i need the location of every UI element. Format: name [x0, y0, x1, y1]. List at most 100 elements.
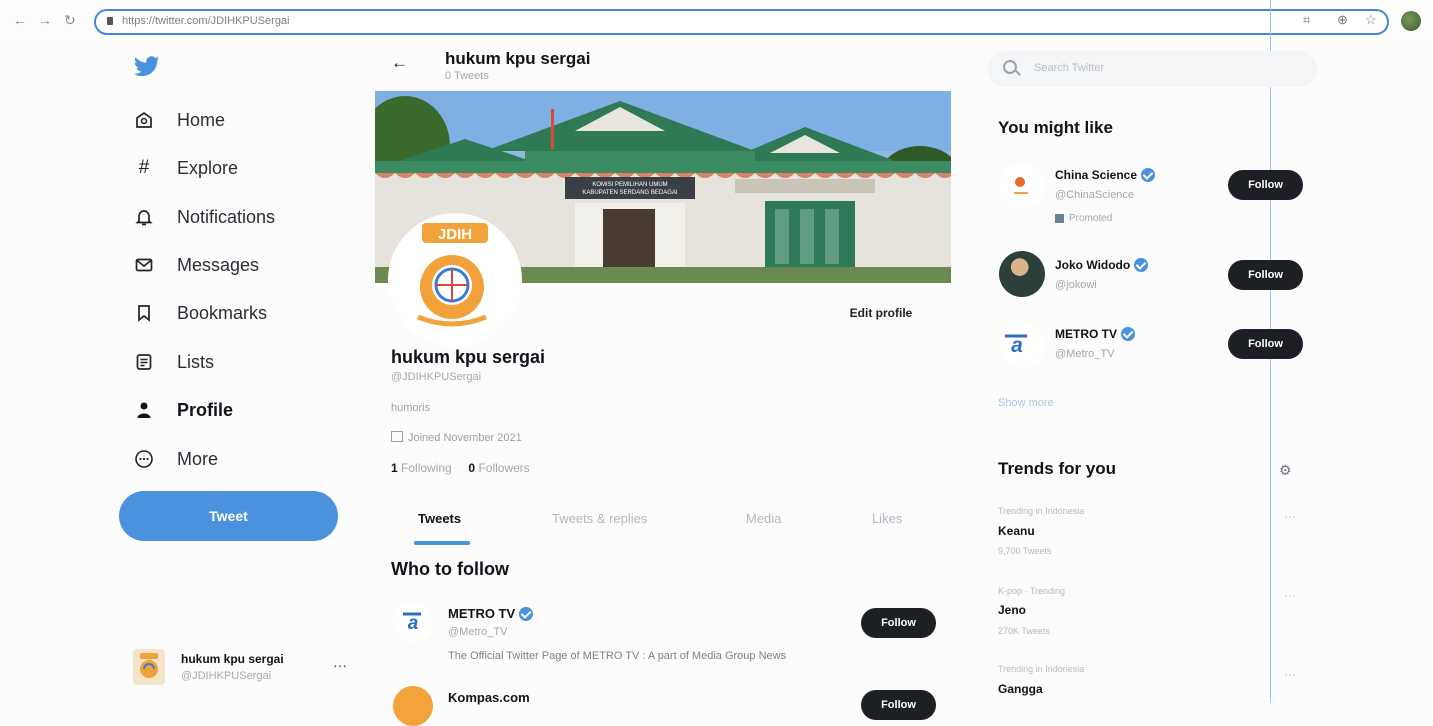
follow-china-science-button[interactable]: Follow — [1228, 170, 1303, 200]
who-to-follow-title: Who to follow — [391, 559, 509, 579]
wtf-metro-tv-description: The Official Twitter Page of METRO TV : … — [448, 650, 787, 662]
follow-joko-widodo-button[interactable]: Follow — [1228, 260, 1303, 290]
search-input[interactable]: Search Twitter — [1034, 62, 1104, 74]
nav-more-label: More — [177, 448, 219, 469]
profile-stats: 1 Following 0 Followers — [391, 461, 530, 475]
avatar-label: JDIH — [438, 226, 472, 243]
metro-tv-suggestion-name[interactable]: METRO TV — [1055, 327, 1135, 341]
tab-tweets[interactable]: Tweets — [418, 511, 461, 526]
nav-profile-label: Profile — [177, 399, 234, 420]
extension-icon[interactable]: ⊕ — [1337, 12, 1348, 28]
china-science-avatar[interactable] — [999, 163, 1045, 209]
promoted-text: Promoted — [1069, 213, 1113, 224]
metro-tv-avatar[interactable]: a — [393, 602, 433, 642]
back-nav-icon[interactable]: ← — [13, 12, 27, 28]
header-tweet-count: 0 Tweets — [445, 70, 489, 82]
banner-sign-line1: KOMISI PEMILIHAN UMUM — [592, 182, 667, 188]
metro-tv-suggestion-handle: @Metro_TV — [1055, 348, 1115, 360]
joined-text: Joined November 2021 — [408, 432, 522, 444]
trend-1-meta: Trending in Indonesia — [998, 506, 1085, 516]
nav-notifications[interactable]: Notifications — [132, 200, 275, 234]
trend-3-meta: Trending in Indonesia — [998, 664, 1085, 674]
bookmark-star-icon[interactable]: ☆ — [1365, 12, 1377, 28]
followers-link[interactable]: 0 Followers — [468, 461, 529, 475]
trend-3-name[interactable]: Gangga — [998, 682, 1043, 696]
following-label: Following — [401, 461, 452, 475]
nav-profile[interactable]: Profile — [132, 393, 233, 427]
tab-tweets-replies[interactable]: Tweets & replies — [552, 511, 647, 526]
nav-explore[interactable]: # Explore — [132, 151, 238, 185]
home-icon — [132, 108, 156, 132]
follow-metro-tv-button[interactable]: Follow — [861, 608, 936, 638]
nav-lists[interactable]: Lists — [132, 345, 214, 379]
profile-joined: Joined November 2021 — [391, 431, 522, 444]
kompas-avatar[interactable] — [393, 686, 433, 726]
nav-more[interactable]: More — [132, 442, 218, 476]
bookmark-icon — [132, 301, 156, 325]
hashtag-icon: # — [138, 157, 150, 178]
search-icon — [1003, 60, 1017, 74]
nav-home[interactable]: Home — [132, 103, 225, 137]
wtf-kompas-name[interactable]: Kompas.com — [448, 690, 530, 705]
account-handle: @JDIHKPUSergai — [181, 670, 272, 682]
trend-2-more-icon[interactable]: ··· — [1284, 588, 1296, 602]
account-name: hukum kpu sergai — [181, 652, 284, 666]
tweet-button[interactable]: Tweet — [119, 491, 338, 541]
profile-bio: humoris — [391, 402, 431, 414]
account-more-icon[interactable]: ··· — [333, 657, 347, 673]
active-tab-indicator — [414, 541, 470, 545]
trend-1-count: 9,700 Tweets — [998, 546, 1052, 556]
list-icon — [132, 350, 156, 374]
reload-icon[interactable]: ↻ — [64, 12, 76, 29]
forward-nav-icon[interactable]: → — [38, 12, 52, 28]
joko-widodo-name[interactable]: Joko Widodo — [1055, 258, 1149, 272]
joko-widodo-avatar[interactable] — [999, 251, 1045, 297]
nav-bookmarks-label: Bookmarks — [177, 302, 268, 323]
followers-count: 0 — [468, 461, 476, 475]
trend-1-name[interactable]: Keanu — [998, 524, 1035, 538]
trend-2-count: 270K Tweets — [998, 626, 1050, 636]
metro-tv-suggestion-name-text: METRO TV — [1055, 327, 1117, 341]
twitter-logo-icon[interactable] — [134, 55, 160, 79]
wtf-metro-tv-handle: @Metro_TV — [448, 626, 508, 638]
gear-icon[interactable]: ⚙ — [1279, 462, 1292, 479]
nav-bookmarks[interactable]: Bookmarks — [132, 296, 267, 330]
nav-home-label: Home — [177, 109, 226, 130]
joko-widodo-handle: @jokowi — [1055, 279, 1097, 291]
you-might-like-title: You might like — [998, 118, 1113, 137]
account-switcher[interactable]: hukum kpu sergai @JDIHKPUSergai ··· — [133, 645, 353, 689]
banner-sign-line2: KABUPATEN SERDANG BEDAGAI — [582, 190, 677, 196]
show-more-link[interactable]: Show more — [998, 397, 1054, 409]
browser-profile-avatar[interactable] — [1401, 11, 1421, 31]
address-bar[interactable]: https://twitter.com/JDIHKPUSergai — [94, 9, 1389, 35]
trend-2-name[interactable]: Jeno — [998, 603, 1026, 617]
header-profile-name: hukum kpu sergai — [445, 49, 591, 68]
url-text: https://twitter.com/JDIHKPUSergai — [122, 15, 290, 27]
back-arrow-icon[interactable]: ← — [391, 53, 408, 73]
verified-badge-icon — [1121, 327, 1135, 341]
verified-badge-icon — [1134, 258, 1149, 272]
more-circle-icon — [132, 447, 156, 471]
trend-3-more-icon[interactable]: ··· — [1284, 667, 1296, 681]
browser-toolbar: ← → ↻ https://twitter.com/JDIHKPUSergai … — [0, 0, 1433, 44]
follow-kompas-button[interactable]: Follow — [861, 690, 936, 720]
edit-profile-button[interactable]: Edit profile — [835, 299, 927, 327]
china-science-name[interactable]: China Science — [1055, 168, 1156, 182]
tab-likes[interactable]: Likes — [872, 511, 902, 526]
bell-icon — [132, 205, 156, 229]
following-link[interactable]: 1 Following — [391, 461, 452, 475]
follow-metro-tv-suggestion-button[interactable]: Follow — [1228, 329, 1303, 359]
trend-1-more-icon[interactable]: ··· — [1284, 509, 1296, 523]
search-bar[interactable]: Search Twitter — [988, 51, 1317, 87]
nav-messages-label: Messages — [177, 254, 260, 275]
profile-avatar[interactable]: JDIH — [388, 213, 522, 347]
profile-name: hukum kpu sergai — [391, 347, 546, 367]
trends-title: Trends for you — [998, 459, 1117, 478]
wtf-metro-tv-name[interactable]: METRO TV — [448, 606, 534, 621]
nav-messages[interactable]: Messages — [132, 248, 259, 282]
tab-media[interactable]: Media — [746, 511, 781, 526]
qr-code-icon[interactable]: ⌗ — [1303, 12, 1310, 28]
metro-tv-suggestion-avatar[interactable]: a — [999, 322, 1045, 368]
lock-icon — [107, 17, 113, 25]
verified-badge-icon — [519, 606, 534, 621]
